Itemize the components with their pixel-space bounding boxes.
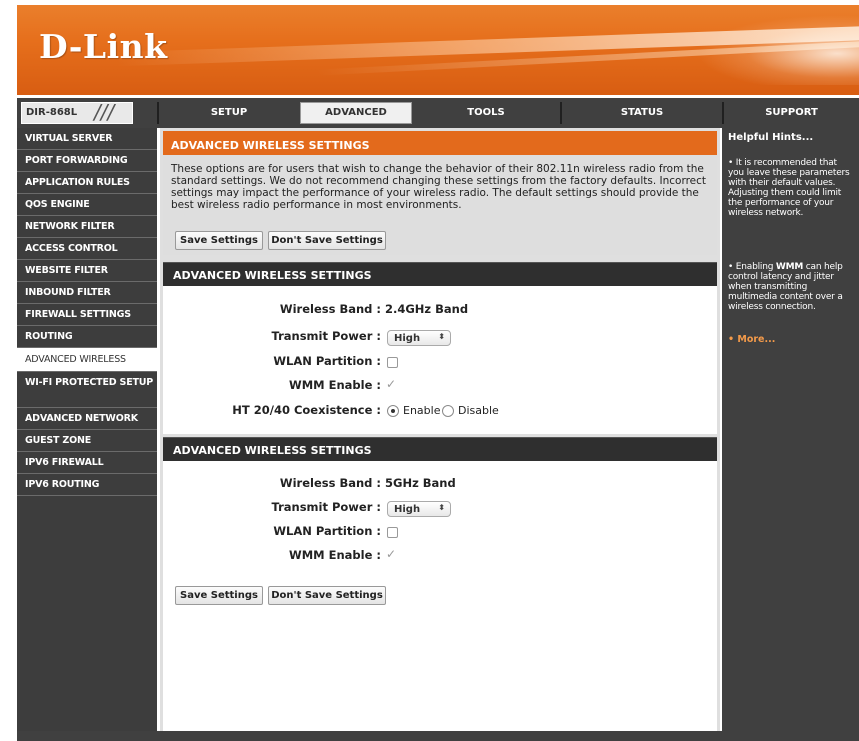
bullet-icon: •	[728, 334, 738, 345]
intro-text: These options are for users that wish to…	[171, 163, 707, 211]
sidebar-item-port-forwarding[interactable]: PORT FORWARDING	[17, 150, 157, 172]
sidebar-item-virtual-server[interactable]: VIRTUAL SERVER	[17, 128, 157, 150]
sidebar-item-advanced-network[interactable]: ADVANCED NETWORK	[17, 408, 157, 430]
transmit-power-label: Transmit Power :	[271, 500, 382, 514]
band24-band-row: Wireless Band :	[163, 302, 381, 318]
band5-partition-row: WLAN Partition :	[163, 524, 381, 540]
dont-save-settings-button[interactable]: Don't Save Settings	[268, 586, 386, 605]
sidebar: VIRTUAL SERVER PORT FORWARDING APPLICATI…	[17, 128, 157, 731]
wlan-partition-checkbox[interactable]	[387, 357, 398, 368]
coexistence-label: HT 20/40 Coexistence :	[232, 403, 381, 417]
bullet-icon: •	[728, 158, 736, 168]
sidebar-item-wifi-protected-setup[interactable]: WI-FI PROTECTED SETUP	[17, 372, 157, 408]
coexistence-enable-label[interactable]: Enable	[403, 404, 440, 417]
sidebar-item-ipv6-routing[interactable]: IPV6 ROUTING	[17, 474, 157, 496]
band5-power-row: Transmit Power :	[163, 500, 382, 516]
model-slashes: ///	[94, 100, 115, 124]
transmit-power-value: High	[394, 333, 421, 344]
transmit-power-value: High	[394, 504, 421, 515]
tab-setup[interactable]: SETUP	[159, 102, 299, 124]
header-glow	[697, 15, 859, 85]
sidebar-item-application-rules[interactable]: APPLICATION RULES	[17, 172, 157, 194]
intro-panel: ADVANCED WIRELESS SETTINGS These options…	[163, 131, 717, 255]
wireless-band-label: Wireless Band :	[279, 476, 381, 490]
updown-arrow-icon: ⬍	[438, 503, 445, 512]
main-content: ADVANCED WIRELESS SETTINGS These options…	[160, 128, 720, 731]
hints-title: Helpful Hints...	[728, 132, 814, 143]
intro-title: ADVANCED WIRELESS SETTINGS	[163, 131, 717, 155]
sidebar-item-routing[interactable]: ROUTING	[17, 326, 157, 348]
sidebar-item-firewall-settings[interactable]: FIREWALL SETTINGS	[17, 304, 157, 326]
dlink-logo: D-Link	[39, 27, 168, 66]
hint-1: • It is recommended that you leave these…	[728, 158, 853, 218]
footer-panel: Save Settings Don't Save Settings	[163, 582, 717, 731]
wlan-partition-checkbox[interactable]	[387, 527, 398, 538]
save-settings-button[interactable]: Save Settings	[175, 586, 263, 605]
top-nav: DIR-868L /// SETUP ADVANCED TOOLS STATUS…	[17, 98, 859, 128]
header-banner: D-Link	[17, 5, 859, 95]
sidebar-item-ipv6-firewall[interactable]: IPV6 FIREWALL	[17, 452, 157, 474]
model-label: DIR-868L	[26, 107, 78, 118]
more-link[interactable]: • More...	[728, 334, 775, 345]
band24-power-row: Transmit Power :	[163, 329, 382, 345]
helpful-hints-panel: Helpful Hints... • It is recommended tha…	[722, 128, 859, 731]
radio-selected-dot	[391, 409, 395, 413]
band24-title: ADVANCED WIRELESS SETTINGS	[163, 262, 717, 286]
hint-2-prefix: Enabling	[735, 262, 776, 272]
sidebar-item-inbound-filter[interactable]: INBOUND FILTER	[17, 282, 157, 304]
transmit-power-select[interactable]: High ⬍	[387, 330, 451, 346]
band5-band-row: Wireless Band :	[163, 476, 381, 492]
sidebar-item-guest-zone[interactable]: GUEST ZONE	[17, 430, 157, 452]
coexistence-disable-label[interactable]: Disable	[458, 404, 499, 417]
hint-1-text: It is recommended that you leave these p…	[728, 158, 850, 218]
model-badge: DIR-868L ///	[21, 100, 133, 124]
checkmark-icon[interactable]: ✓	[386, 377, 396, 391]
band24-panel: ADVANCED WIRELESS SETTINGS Wireless Band…	[163, 262, 717, 434]
sidebar-item-qos-engine[interactable]: QOS ENGINE	[17, 194, 157, 216]
band24-coexistence-row: HT 20/40 Coexistence :	[163, 403, 381, 419]
sidebar-item-advanced-wireless[interactable]: ADVANCED WIRELESS	[17, 348, 157, 372]
intro-body: These options are for users that wish to…	[163, 155, 717, 255]
hint-2: • Enabling WMM can help control latency …	[728, 262, 853, 312]
wlan-partition-label: WLAN Partition :	[273, 354, 381, 368]
updown-arrow-icon: ⬍	[438, 332, 445, 341]
bullet-icon: •	[728, 262, 736, 272]
transmit-power-label: Transmit Power :	[271, 329, 382, 343]
wmm-enable-label: WMM Enable :	[289, 378, 381, 392]
tab-support[interactable]: SUPPORT	[724, 102, 859, 124]
sidebar-item-access-control[interactable]: ACCESS CONTROL	[17, 238, 157, 260]
wireless-band-label: Wireless Band :	[279, 302, 381, 316]
band5-title: ADVANCED WIRELESS SETTINGS	[163, 437, 717, 461]
band5-panel: ADVANCED WIRELESS SETTINGS Wireless Band…	[163, 437, 717, 582]
coexistence-disable-radio[interactable]	[442, 405, 454, 417]
save-settings-button[interactable]: Save Settings	[175, 231, 263, 250]
transmit-power-select[interactable]: High ⬍	[387, 501, 451, 517]
sidebar-item-network-filter[interactable]: NETWORK FILTER	[17, 216, 157, 238]
sidebar-item-website-filter[interactable]: WEBSITE FILTER	[17, 260, 157, 282]
coexistence-enable-radio[interactable]	[387, 405, 399, 417]
band5-wmm-row: WMM Enable :	[163, 548, 381, 564]
checkmark-icon[interactable]: ✓	[386, 547, 396, 561]
wlan-partition-label: WLAN Partition :	[273, 524, 381, 538]
wmm-enable-label: WMM Enable :	[289, 548, 381, 562]
tab-tools[interactable]: TOOLS	[413, 102, 559, 124]
hint-2-bold: WMM	[775, 262, 804, 272]
more-link-text[interactable]: More...	[737, 334, 775, 345]
wireless-band-value: 5GHz Band	[385, 476, 456, 490]
band24-wmm-row: WMM Enable :	[163, 378, 381, 394]
band24-partition-row: WLAN Partition :	[163, 354, 381, 370]
wireless-band-value: 2.4GHz Band	[385, 302, 469, 316]
tab-status[interactable]: STATUS	[562, 102, 722, 124]
bottom-bar	[17, 731, 859, 741]
tab-advanced[interactable]: ADVANCED	[300, 102, 412, 124]
dont-save-settings-button[interactable]: Don't Save Settings	[268, 231, 386, 250]
